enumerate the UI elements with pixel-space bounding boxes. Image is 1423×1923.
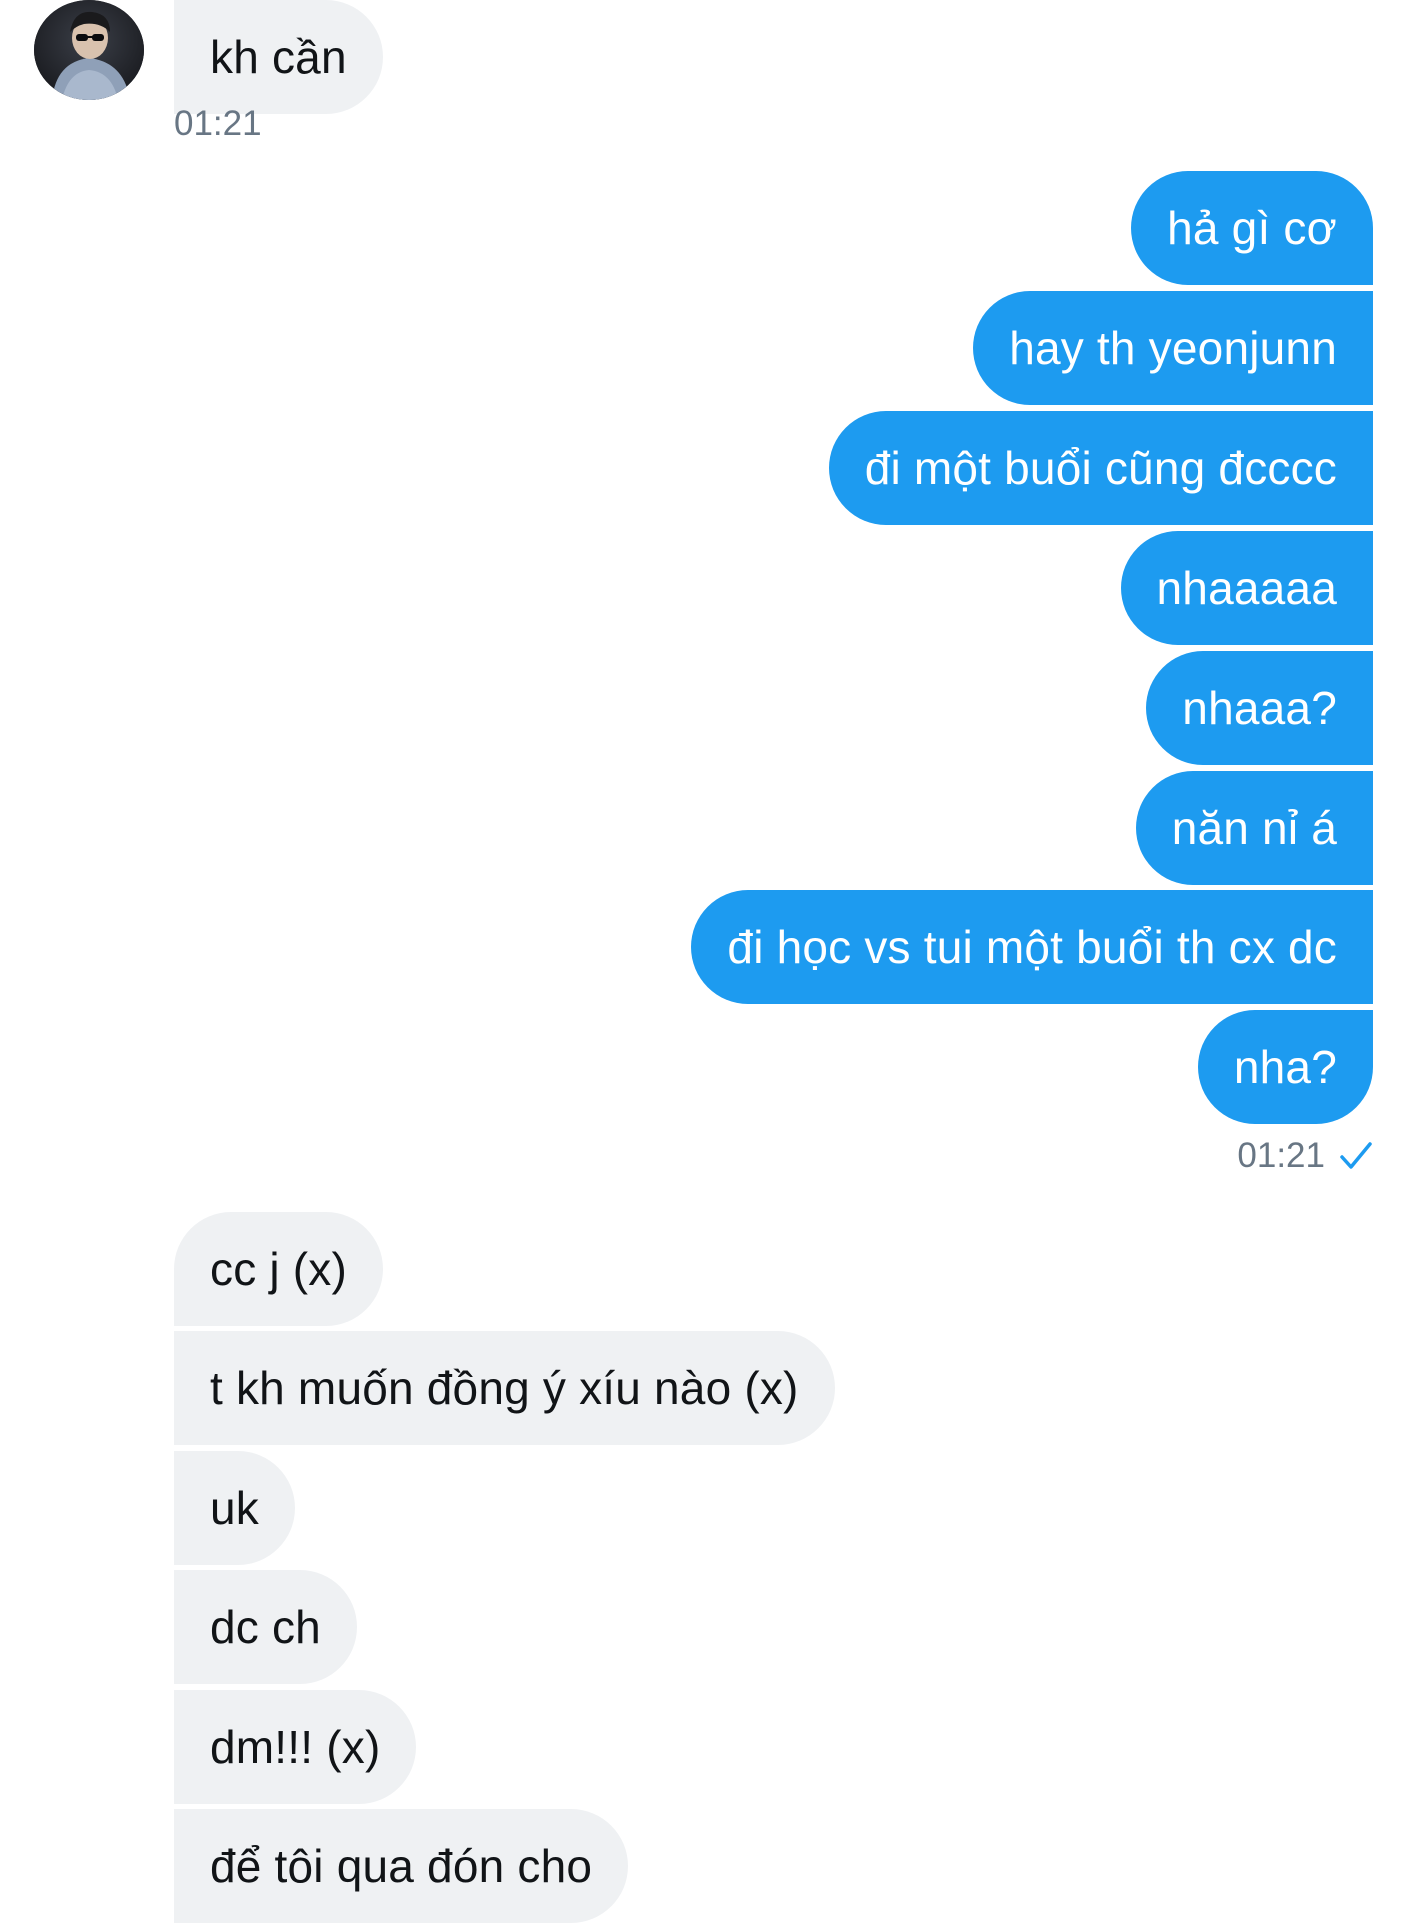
outgoing-message[interactable]: nha? xyxy=(1197,1010,1373,1124)
outgoing-message[interactable]: đi một buổi cũng đcccc xyxy=(828,411,1373,525)
outgoing-message[interactable]: nhaaa? xyxy=(1146,651,1373,765)
user-avatar-photo xyxy=(34,0,144,100)
message-text: hay th yeonjunn xyxy=(1009,322,1337,374)
contact-avatar[interactable] xyxy=(34,0,144,100)
outgoing-message[interactable]: hả gì cơ xyxy=(1131,171,1373,285)
message-text: kh cần xyxy=(210,31,347,83)
incoming-timestamp: 01:21 xyxy=(174,104,262,144)
timestamp-text: 01:21 xyxy=(174,104,262,143)
message-text: năn nỉ á xyxy=(1171,802,1337,854)
message-text: đi một buổi cũng đcccc xyxy=(864,442,1337,494)
message-text: nha? xyxy=(1233,1041,1337,1093)
incoming-message[interactable]: t kh muốn đồng ý xíu nào (x) xyxy=(174,1331,835,1445)
message-text: uk xyxy=(210,1482,259,1534)
message-text: đi học vs tui một buổi th cx dc xyxy=(727,921,1337,973)
message-text: nhaaaaa xyxy=(1156,562,1337,614)
incoming-message[interactable]: dc ch xyxy=(174,1570,357,1684)
read-check-icon xyxy=(1339,1141,1373,1171)
incoming-message[interactable]: uk xyxy=(174,1451,295,1565)
incoming-message[interactable]: kh cần xyxy=(174,0,383,114)
message-text: hả gì cơ xyxy=(1167,202,1337,254)
message-text: dm!!! (x) xyxy=(210,1721,381,1773)
incoming-message[interactable]: cc j (x) xyxy=(174,1212,384,1326)
message-text: dc ch xyxy=(210,1601,321,1653)
outgoing-message[interactable]: đi học vs tui một buổi th cx dc xyxy=(691,890,1373,1004)
incoming-message[interactable]: để tôi qua đón cho xyxy=(174,1809,629,1923)
timestamp-text: 01:21 xyxy=(1237,1136,1325,1175)
incoming-message[interactable]: dm!!! (x) xyxy=(174,1690,417,1804)
outgoing-message[interactable]: năn nỉ á xyxy=(1135,771,1373,885)
message-text: t kh muốn đồng ý xíu nào (x) xyxy=(210,1362,799,1414)
outgoing-message[interactable]: nhaaaaa xyxy=(1120,531,1373,645)
outgoing-message[interactable]: hay th yeonjunn xyxy=(973,291,1373,405)
message-text: để tôi qua đón cho xyxy=(210,1840,593,1892)
outgoing-timestamp: 01:21 xyxy=(1237,1136,1373,1176)
message-text: nhaaa? xyxy=(1182,682,1337,734)
message-text: cc j (x) xyxy=(210,1243,348,1295)
